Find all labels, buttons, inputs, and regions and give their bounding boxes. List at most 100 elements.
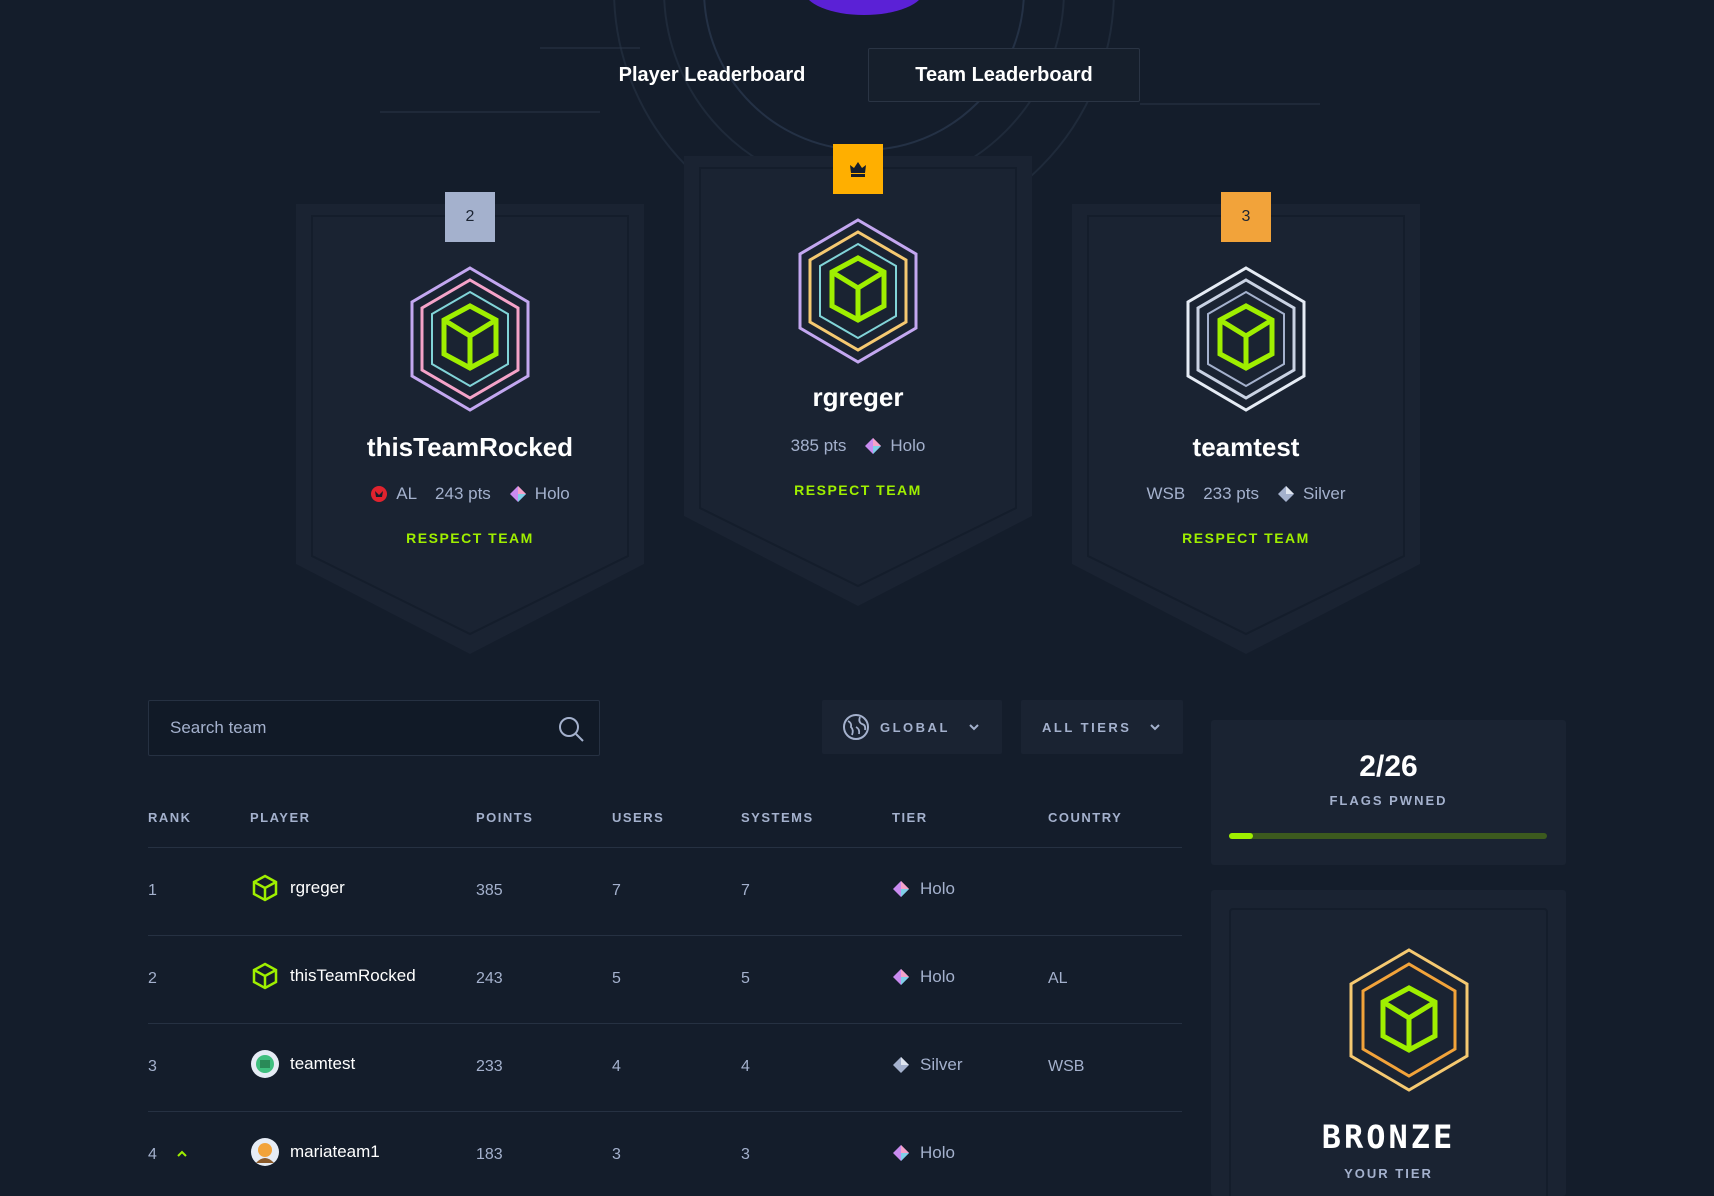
- row-player[interactable]: mariateam1: [250, 1137, 380, 1167]
- table-row[interactable]: 3 teamtest 233 4 4 Silver WSB: [148, 1024, 1182, 1112]
- row-systems: 4: [741, 1058, 750, 1075]
- row-users: 3: [612, 1146, 621, 1163]
- row-systems: 3: [741, 1146, 750, 1163]
- table-row[interactable]: 1 rgreger 385 7 7 Holo: [148, 848, 1182, 936]
- header-country[interactable]: COUNTRY: [1048, 810, 1122, 825]
- flags-count: 2/26: [1359, 750, 1418, 783]
- row-tier: Silver: [892, 1055, 963, 1075]
- respect-team-button[interactable]: RESPECT TEAM: [1064, 530, 1428, 546]
- header-points[interactable]: POINTS: [476, 810, 533, 825]
- flags-label: FLAGS PWNED: [1329, 793, 1448, 808]
- your-tier-name: BRONZE: [1321, 1118, 1456, 1156]
- diamond-icon: [893, 1145, 909, 1161]
- crown-icon: [850, 162, 866, 177]
- row-tier-label: Holo: [920, 967, 955, 986]
- avatar: [251, 1050, 279, 1078]
- country: AL: [370, 484, 417, 504]
- points: 385 pts: [790, 436, 847, 455]
- table-row[interactable]: 4 mariateam1 183 3 3 Holo: [148, 1112, 1182, 1196]
- diamond-icon: [509, 486, 526, 502]
- team-avatar-cube-icon: [410, 266, 530, 412]
- points: 243 pts: [435, 484, 491, 503]
- your-tier-inner: BRONZE YOUR TIER: [1229, 908, 1548, 1196]
- row-player-name: mariateam1: [290, 1142, 380, 1161]
- row-systems: 7: [741, 882, 750, 899]
- country-label: AL: [396, 484, 418, 503]
- tier-label: Silver: [1302, 484, 1346, 503]
- search-box: [148, 700, 600, 756]
- row-points: 243: [476, 970, 503, 987]
- row-player[interactable]: thisTeamRocked: [250, 961, 416, 991]
- tier: Holo: [509, 484, 570, 504]
- row-tier-label: Holo: [920, 879, 955, 898]
- podium-card-rank-2[interactable]: 2 thisTeamRocked AL 243 pts Holo RESPECT…: [288, 192, 652, 654]
- row-player-name: thisTeamRocked: [290, 966, 416, 985]
- row-tier-label: Silver: [920, 1055, 963, 1074]
- search-icon[interactable]: [557, 715, 585, 743]
- tab-player-leaderboard[interactable]: Player Leaderboard: [576, 48, 848, 102]
- podium-team-name: teamtest: [1192, 432, 1300, 462]
- header-systems[interactable]: SYSTEMS: [741, 810, 814, 825]
- row-tier: Holo: [892, 879, 955, 899]
- team-avatar-cube-icon: [798, 218, 918, 364]
- points: 233 pts: [1203, 484, 1259, 503]
- podium-meta: AL 243 pts Holo: [288, 484, 652, 504]
- chevron-down-icon: [969, 724, 979, 731]
- row-player[interactable]: rgreger: [250, 873, 345, 903]
- row-player[interactable]: teamtest: [250, 1049, 355, 1079]
- row-users: 5: [612, 970, 621, 987]
- flag-icon: [371, 486, 388, 502]
- card-shape: [1072, 204, 1420, 654]
- cube-icon: [252, 962, 278, 990]
- leaderboard-table: RANK PLAYER POINTS USERS SYSTEMS TIER CO…: [148, 800, 1182, 1196]
- rank-badge: 2: [445, 192, 495, 242]
- flags-pwned-panel: 2/26 FLAGS PWNED: [1211, 720, 1566, 865]
- table-row[interactable]: 2 thisTeamRocked 243 5 5 Holo AL: [148, 936, 1182, 1024]
- card-shape: [684, 156, 1032, 606]
- podium-card-rank-3[interactable]: 3 teamtest WSB 233 pts Silver RESPECT TE…: [1064, 192, 1428, 654]
- respect-team-button[interactable]: RESPECT TEAM: [288, 530, 652, 546]
- header-users[interactable]: USERS: [612, 810, 664, 825]
- tab-team-leaderboard[interactable]: Team Leaderboard: [868, 48, 1140, 102]
- diamond-icon: [1277, 486, 1294, 502]
- row-player-name: rgreger: [290, 878, 345, 897]
- avatar: [251, 1138, 279, 1166]
- tier: Holo: [864, 436, 925, 456]
- row-tier: Holo: [892, 1143, 955, 1163]
- row-users: 7: [612, 882, 621, 899]
- podium-team-name: rgreger: [812, 382, 904, 412]
- header-rank[interactable]: RANK: [148, 810, 192, 825]
- your-tier-panel: BRONZE YOUR TIER: [1211, 890, 1566, 1196]
- row-country: AL: [1048, 970, 1068, 987]
- row-rank: 4: [148, 1146, 157, 1163]
- podium-meta: 385 pts Holo: [676, 436, 1040, 456]
- leaderboard-tabs: Player Leaderboard Team Leaderboard: [0, 48, 1714, 104]
- header-player[interactable]: PLAYER: [250, 810, 311, 825]
- bronze-tier-cube-icon: [1349, 948, 1469, 1092]
- tier-filter-dropdown[interactable]: ALL TIERS: [1021, 700, 1183, 754]
- row-points: 233: [476, 1058, 503, 1075]
- row-users: 4: [612, 1058, 621, 1075]
- arrow-up-icon: [177, 1150, 187, 1157]
- podium-card-rank-1[interactable]: rgreger 385 pts Holo RESPECT TEAM: [676, 144, 1040, 606]
- diamond-icon: [865, 438, 882, 454]
- tier-label: Holo: [534, 484, 570, 503]
- respect-team-button[interactable]: RESPECT TEAM: [676, 482, 1040, 498]
- region-filter-dropdown[interactable]: GLOBAL: [822, 700, 1002, 754]
- header-tier[interactable]: TIER: [892, 810, 928, 825]
- podium-team-name: thisTeamRocked: [366, 432, 574, 462]
- team-avatar-cube-icon: [1186, 266, 1306, 412]
- row-rank: 3: [148, 1058, 157, 1075]
- tier-label: Holo: [890, 436, 926, 455]
- diamond-icon: [893, 969, 909, 985]
- row-player-name: teamtest: [290, 1054, 356, 1073]
- search-input[interactable]: [149, 701, 599, 755]
- diamond-icon: [893, 881, 909, 897]
- row-points: 385: [476, 882, 503, 899]
- diamond-icon: [893, 1057, 909, 1073]
- row-rank: 2: [148, 970, 157, 987]
- your-tier-label: YOUR TIER: [1344, 1166, 1433, 1181]
- row-tier: Holo: [892, 967, 955, 987]
- region-filter-label: GLOBAL: [880, 719, 950, 735]
- flags-progress-bar: [1229, 833, 1547, 839]
